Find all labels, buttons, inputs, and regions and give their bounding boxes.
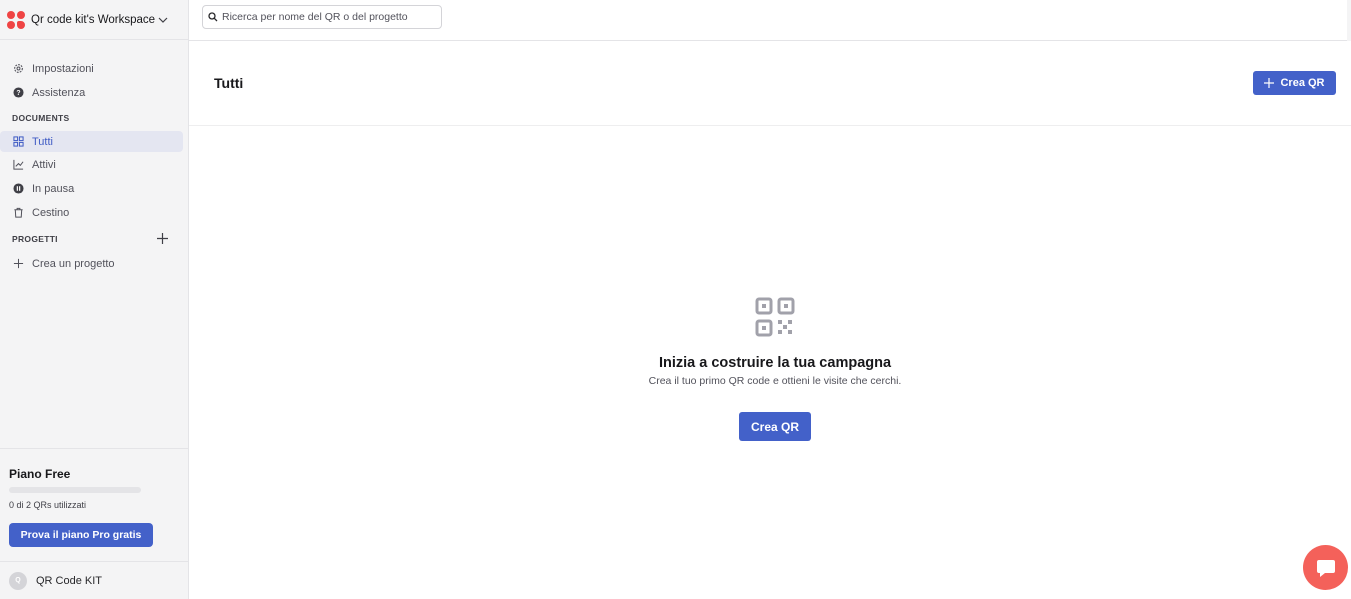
plan-panel: Piano Free 0 di 2 QRs utilizzati Prova i… — [0, 448, 188, 561]
sidebar-item-label: In pausa — [32, 182, 75, 195]
add-project-button[interactable] — [156, 232, 169, 245]
create-qr-button[interactable]: Crea QR — [1253, 71, 1336, 95]
qr-code-icon — [755, 297, 795, 337]
user-name: QR Code KIT — [36, 574, 103, 587]
top-bar — [189, 0, 1351, 41]
section-label-projects: PROGETTI — [12, 234, 58, 244]
sidebar-item-cestino[interactable]: Cestino — [0, 202, 183, 223]
search-icon — [208, 12, 218, 22]
pause-icon — [12, 183, 24, 195]
svg-text:?: ? — [16, 90, 20, 97]
plus-icon — [1264, 78, 1275, 88]
workspace-switcher[interactable]: Qr code kit's Workspace — [0, 0, 188, 40]
create-qr-label: Crea QR — [1280, 77, 1325, 89]
sidebar-item-tutti[interactable]: Tutti — [0, 131, 183, 152]
sidebar-item-label: Tutti — [32, 135, 53, 148]
workspace-logo-icon — [7, 10, 25, 29]
sidebar-item-label: Cestino — [32, 206, 70, 219]
trash-icon — [12, 207, 24, 219]
user-profile[interactable]: Q QR Code KIT — [0, 561, 188, 599]
plan-title: Piano Free — [9, 467, 71, 481]
page-header: Tutti Crea QR — [189, 41, 1351, 126]
plus-icon — [12, 258, 24, 270]
page-title: Tutti — [214, 75, 244, 91]
sidebar-item-in-pausa[interactable]: In pausa — [0, 178, 183, 199]
avatar: Q — [9, 571, 27, 590]
help-icon: ? — [12, 87, 24, 99]
plan-usage-text: 0 di 2 QRs utilizzati — [9, 500, 87, 510]
section-label-documents: DOCUMENTS — [12, 113, 70, 123]
sidebar-item-label: Assistenza — [32, 86, 86, 99]
chat-bubble-icon — [1315, 557, 1337, 579]
sidebar-item-impostazioni[interactable]: Impostazioni — [0, 58, 183, 79]
sidebar-item-attivi[interactable]: Attivi — [0, 154, 183, 175]
empty-state-title: Inizia a costruire la tua campagna — [658, 355, 892, 371]
chat-widget-button[interactable] — [1303, 545, 1348, 590]
sidebar-item-assistenza[interactable]: ? Assistenza — [0, 82, 183, 103]
create-qr-cta-button[interactable]: Crea QR — [739, 412, 811, 441]
sidebar-item-label: Crea un progetto — [32, 257, 115, 270]
try-pro-button[interactable]: Prova il piano Pro gratis — [9, 523, 153, 547]
chevron-down-icon — [158, 15, 168, 25]
sidebar-item-label: Attivi — [32, 158, 56, 171]
search-input[interactable] — [222, 11, 432, 23]
empty-state-subtitle: Crea il tuo primo QR code e ottieni le v… — [648, 375, 902, 387]
gear-icon — [12, 63, 24, 75]
workspace-name: Qr code kit's Workspace — [31, 13, 156, 26]
grid-icon — [12, 136, 24, 148]
sidebar-item-label: Impostazioni — [32, 62, 94, 75]
search-box[interactable] — [202, 5, 442, 29]
sidebar: Qr code kit's Workspace Impostazioni ? A… — [0, 0, 189, 599]
chart-line-icon — [12, 159, 24, 171]
empty-state: Inizia a costruire la tua campagna Crea … — [189, 126, 1351, 599]
create-project-link[interactable]: Crea un progetto — [0, 253, 183, 274]
scrollbar-track — [1347, 0, 1351, 41]
plan-usage-bar — [9, 487, 141, 493]
